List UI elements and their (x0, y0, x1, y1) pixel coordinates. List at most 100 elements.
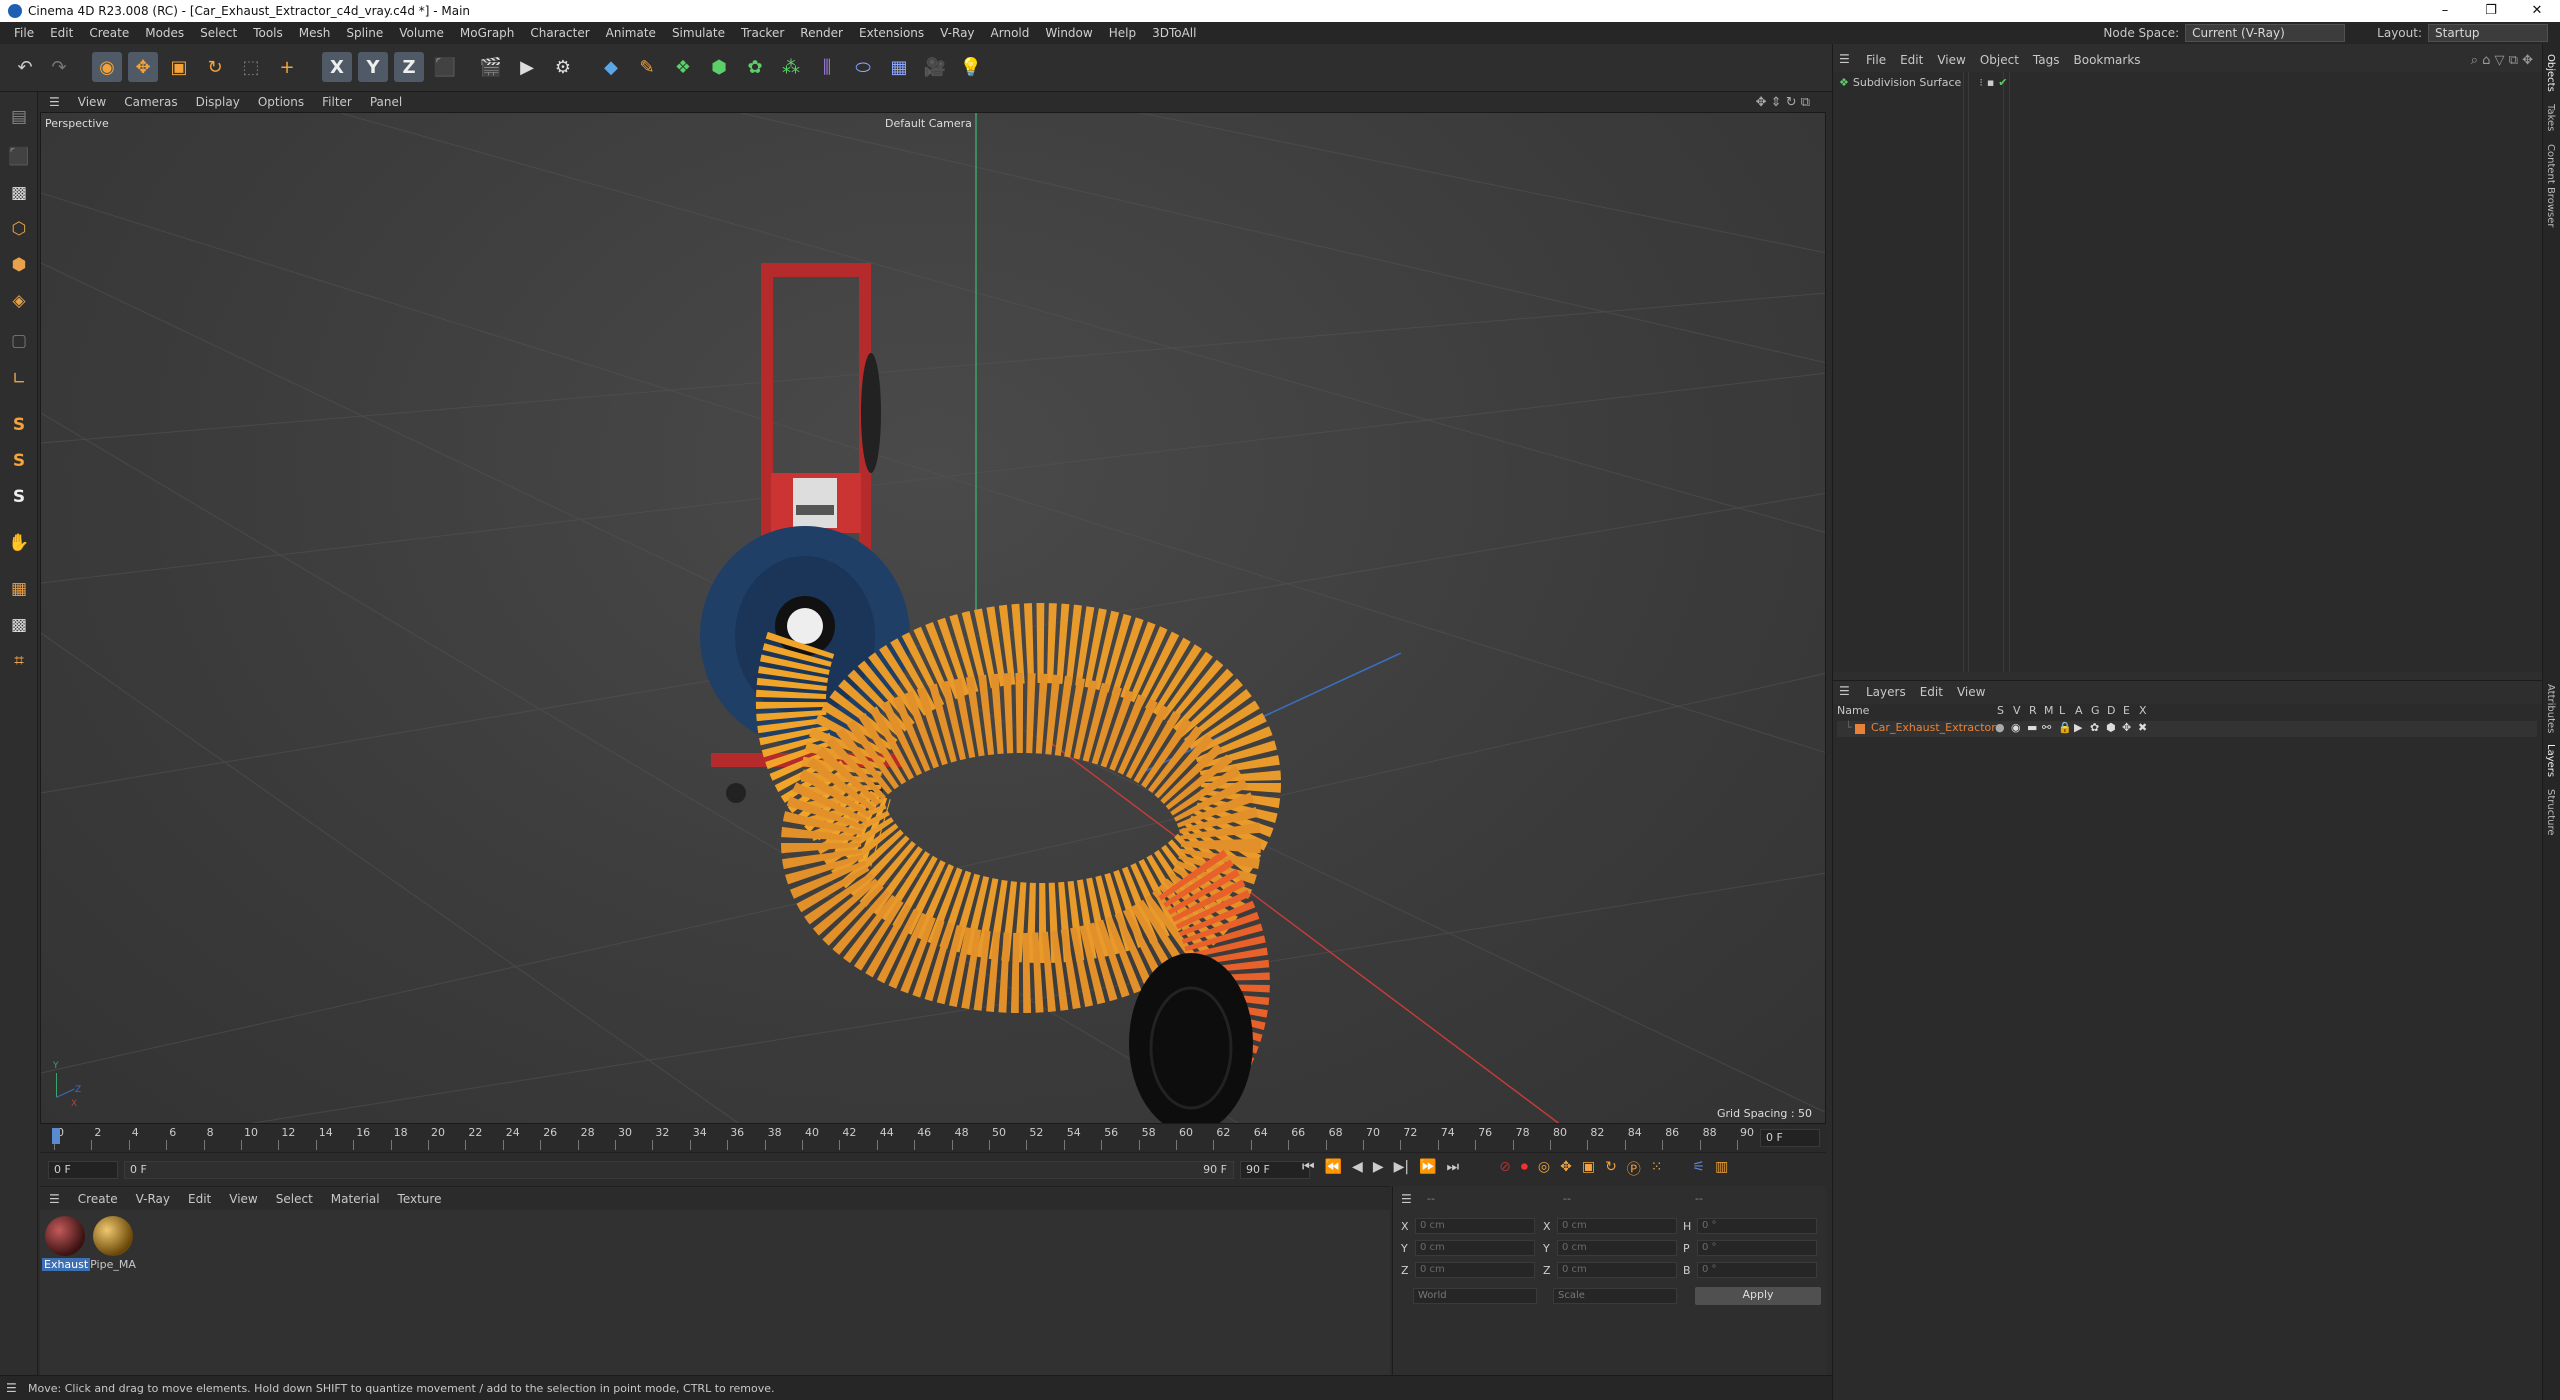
viewport-menu-panel[interactable]: Panel (361, 95, 411, 109)
size-y-field[interactable]: 0 cm (1557, 1240, 1677, 1256)
checker-icon[interactable]: ▩ (4, 610, 34, 640)
viewport-menu-display[interactable]: Display (187, 95, 249, 109)
menu-select[interactable]: Select (192, 26, 245, 40)
layer-row[interactable]: └ Car_Exhaust_Extractor ● ◉ ▬ ⚯ 🔒 ▶ ✿ ⬢ … (1837, 721, 2537, 737)
menu-window[interactable]: Window (1037, 26, 1100, 40)
render-view-icon[interactable]: ▶ (512, 52, 542, 82)
create-tool-icon[interactable]: + (272, 52, 302, 82)
object-menu-icon[interactable]: ☰ (1839, 52, 1850, 66)
layer-name[interactable]: Car_Exhaust_Extractor (1871, 721, 1996, 734)
coordinate-system-icon[interactable]: ⬛ (430, 52, 460, 82)
snap-icon[interactable]: S (4, 410, 34, 440)
layer-menu-view[interactable]: View (1950, 685, 1992, 699)
viewport-menu-cameras[interactable]: Cameras (115, 95, 186, 109)
material-menu-vray[interactable]: V-Ray (127, 1192, 179, 1206)
dope-sheet-icon[interactable]: ▥ (1715, 1159, 1728, 1179)
soft-selection-icon[interactable]: S (4, 482, 34, 512)
key-position-icon[interactable]: ✥ (1560, 1159, 1572, 1179)
material-menu-material[interactable]: Material (322, 1192, 389, 1206)
object-manager-tools[interactable]: ⌕ ⌂ ▽ ⧉ ✥ (2471, 53, 2533, 68)
viewport-menu-filter[interactable]: Filter (313, 95, 361, 109)
edges-mode-icon[interactable]: ⬢ (4, 250, 34, 280)
render-region-icon[interactable]: 🎬 (476, 52, 506, 82)
enabled-check-icon[interactable]: ✔ (1998, 76, 2007, 89)
pos-z-field[interactable]: 0 cm (1415, 1262, 1535, 1278)
layer-solo-icon[interactable]: ● (1995, 721, 2005, 734)
edit-toggle-icon[interactable]: ▪ (1987, 76, 1994, 89)
menu-volume[interactable]: Volume (391, 26, 452, 40)
3d-viewport[interactable]: Perspective Default Camera Grid Spacing … (40, 112, 1826, 1124)
object-menu-bookmarks[interactable]: Bookmarks (2067, 53, 2148, 67)
axis-x-button[interactable]: X (322, 52, 352, 82)
object-menu-edit[interactable]: Edit (1893, 53, 1930, 67)
object-menu-object[interactable]: Object (1973, 53, 2026, 67)
visibility-toggle-icon[interactable]: ⁝ (1979, 76, 1983, 89)
menu-extensions[interactable]: Extensions (851, 26, 932, 40)
object-row-subdivision[interactable]: ❖ Subdivision Surface ⁝ ▪ ✔ (1839, 74, 2008, 90)
cube-primitive-icon[interactable]: ◆ (596, 52, 626, 82)
menu-file[interactable]: File (6, 26, 42, 40)
minimize-button[interactable]: – (2422, 0, 2468, 22)
viewport-camera-name[interactable]: Default Camera (885, 117, 972, 130)
points-mode-icon[interactable]: ⬡ (4, 214, 34, 244)
field-icon[interactable]: ⬭ (848, 52, 878, 82)
layer-generators-icon[interactable]: ✿ (2090, 721, 2099, 734)
layer-color-swatch[interactable] (1855, 724, 1865, 734)
texture-mode-icon[interactable]: ▩ (4, 178, 34, 208)
camera-icon[interactable]: 🎥 (920, 52, 950, 82)
record-icon[interactable]: ⏺ (1521, 1159, 1528, 1179)
viewport-menu-view[interactable]: View (69, 95, 115, 109)
key-rotation-icon[interactable]: ↻ (1605, 1159, 1617, 1179)
tab-content-browser[interactable]: Content Browser (2545, 144, 2556, 227)
coords-menu-icon[interactable]: ☰ (1401, 1192, 1412, 1206)
viewport-nav-icons[interactable]: ✥ ⇕ ↻ ⧉ (1756, 95, 1810, 110)
axis-z-button[interactable]: Z (394, 52, 424, 82)
subdivision-generator-icon[interactable]: ❖ (668, 52, 698, 82)
parametric-icon[interactable]: ⌗ (4, 646, 34, 676)
previous-frame-icon[interactable]: ◀ (1352, 1159, 1363, 1179)
material-menu-edit[interactable]: Edit (179, 1192, 220, 1206)
magnet-icon[interactable]: ✋ (4, 528, 34, 558)
pos-y-field[interactable]: 0 cm (1415, 1240, 1535, 1256)
go-to-start-icon[interactable]: ⏮ (1302, 1159, 1315, 1179)
layer-render-icon[interactable]: ▬ (2027, 721, 2037, 734)
layer-menu-icon[interactable]: ☰ (1839, 684, 1850, 698)
snap-settings-icon[interactable]: S (4, 446, 34, 476)
menu-character[interactable]: Character (522, 26, 597, 40)
size-x-field[interactable]: 0 cm (1557, 1218, 1677, 1234)
current-frame-field[interactable]: 0 F (1760, 1129, 1820, 1147)
close-button[interactable]: ✕ (2514, 0, 2560, 22)
layer-animation-icon[interactable]: ▶ (2074, 721, 2082, 734)
preview-range-slider[interactable]: 0 F 90 F (124, 1161, 1234, 1179)
autokey-icon[interactable]: ⊘ (1499, 1159, 1511, 1179)
uv-mode-icon[interactable]: ▢ (4, 326, 34, 356)
menu-spline[interactable]: Spline (338, 26, 391, 40)
layer-expressions-icon[interactable]: ✥ (2122, 721, 2131, 734)
material-menu-icon[interactable]: ☰ (40, 1192, 69, 1206)
keyframe-icon[interactable]: ◎ (1538, 1159, 1550, 1179)
object-menu-tags[interactable]: Tags (2026, 53, 2067, 67)
rot-p-field[interactable]: 0 ° (1697, 1240, 1817, 1256)
previous-key-icon[interactable]: ⏪ (1325, 1159, 1342, 1179)
material-menu-texture[interactable]: Texture (389, 1192, 451, 1206)
size-mode-dropdown[interactable]: Scale (1553, 1288, 1677, 1304)
layer-menu-layers[interactable]: Layers (1859, 685, 1913, 699)
make-editable-icon[interactable]: ▤ (4, 102, 34, 132)
menu-simulate[interactable]: Simulate (664, 26, 733, 40)
scale-tool-icon[interactable]: ▣ (164, 52, 194, 82)
pos-x-field[interactable]: 0 cm (1415, 1218, 1535, 1234)
transform-tool-icon[interactable]: ⬚ (236, 52, 266, 82)
rot-b-field[interactable]: 0 ° (1697, 1262, 1817, 1278)
menu-mograph[interactable]: MoGraph (452, 26, 523, 40)
menu-render[interactable]: Render (792, 26, 851, 40)
extrude-generator-icon[interactable]: ⬢ (704, 52, 734, 82)
object-menu-view[interactable]: View (1930, 53, 1972, 67)
redo-icon[interactable]: ↷ (44, 52, 74, 82)
cloner-icon[interactable]: ✿ (740, 52, 770, 82)
axis-y-button[interactable]: Y (358, 52, 388, 82)
material-menu-view[interactable]: View (220, 1192, 266, 1206)
mograph-icon[interactable]: ⁂ (776, 52, 806, 82)
polygons-mode-icon[interactable]: ◈ (4, 286, 34, 316)
menu-tools[interactable]: Tools (245, 26, 291, 40)
layer-deformers-icon[interactable]: ⬢ (2106, 721, 2116, 734)
